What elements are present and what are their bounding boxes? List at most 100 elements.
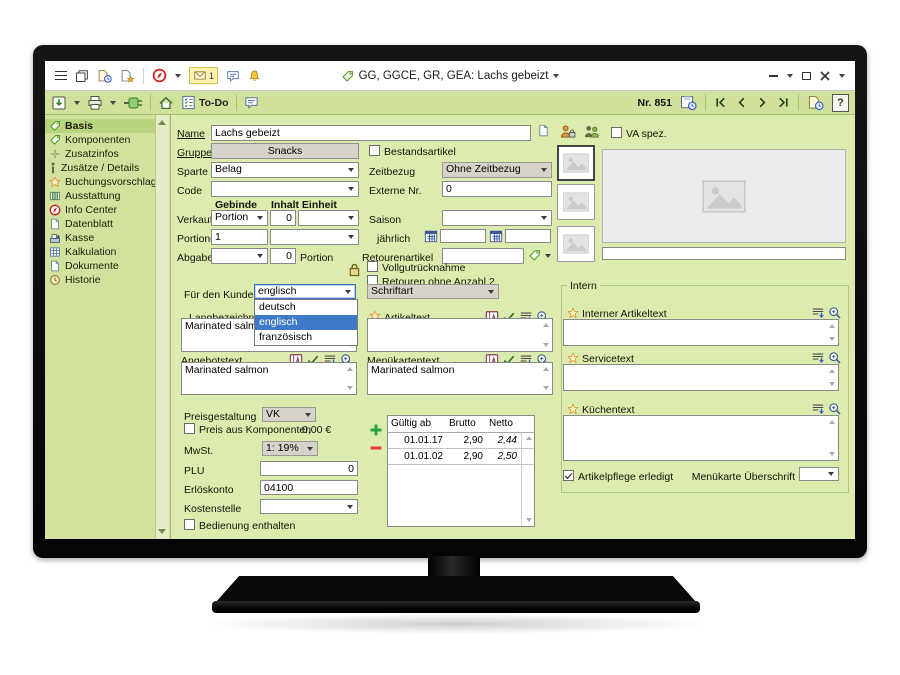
sidebar-item-dokumente[interactable]: Dokumente xyxy=(45,259,160,273)
gruppe-button[interactable]: Snacks xyxy=(211,143,359,159)
nav-last-icon[interactable] xyxy=(777,96,790,109)
document-clock-icon[interactable] xyxy=(97,69,112,83)
scroll-up-icon[interactable] xyxy=(829,420,835,424)
verkauf-einheit-select[interactable] xyxy=(298,210,359,226)
servicetext-textarea[interactable] xyxy=(563,364,839,391)
home-icon[interactable] xyxy=(158,95,174,111)
scroll-up-icon[interactable] xyxy=(829,369,835,373)
nav-previous-icon[interactable] xyxy=(735,96,748,109)
image-thumbnail[interactable] xyxy=(557,145,595,181)
printer-icon[interactable] xyxy=(87,95,103,111)
scroll-down-icon[interactable] xyxy=(829,452,835,456)
artikeltext-textarea[interactable] xyxy=(367,318,553,352)
portionen-input[interactable]: 1 xyxy=(211,229,268,245)
chat-icon[interactable] xyxy=(244,95,259,110)
add-price-button[interactable] xyxy=(369,423,383,437)
preisgestaltung-select[interactable]: VK xyxy=(262,407,316,422)
vollgutruecknahme-checkbox[interactable] xyxy=(367,261,378,272)
code-select[interactable] xyxy=(211,181,359,197)
scroll-down-icon[interactable] xyxy=(543,386,549,390)
calendar-icon[interactable] xyxy=(489,229,503,243)
magnifier-plus-icon[interactable] xyxy=(828,306,842,320)
jaehrlich-von-input[interactable] xyxy=(440,229,486,243)
document-clock-icon[interactable] xyxy=(807,95,824,110)
exit-plug-icon[interactable] xyxy=(123,96,143,110)
va-spez-checkbox[interactable] xyxy=(611,127,622,138)
scroll-up-icon[interactable] xyxy=(526,436,532,440)
plu-input[interactable]: 0 xyxy=(260,461,358,476)
scroll-down-icon[interactable] xyxy=(158,529,166,534)
star-icon[interactable] xyxy=(567,403,579,415)
image-caption-input[interactable] xyxy=(602,247,846,260)
persons-icon[interactable] xyxy=(583,125,600,138)
sidebar-item-ausstattung[interactable]: Ausstattung xyxy=(45,189,160,203)
sidebar-scrollbar[interactable] xyxy=(155,115,169,539)
sidebar-item-zusatzinfos[interactable]: Zusatzinfos xyxy=(45,147,160,161)
star-icon[interactable] xyxy=(567,352,579,364)
name-input[interactable]: Lachs gebeizt xyxy=(211,125,531,141)
scroll-down-icon[interactable] xyxy=(347,386,353,390)
chevron-down-icon[interactable] xyxy=(787,74,793,78)
verkauf-gebinde-select[interactable]: Portion xyxy=(211,210,268,226)
portionen-einheit-select[interactable] xyxy=(270,229,359,245)
preis-aus-komponenten-checkbox[interactable] xyxy=(184,423,195,434)
dropdown-option-englisch[interactable]: englisch xyxy=(255,315,357,330)
saison-select[interactable] xyxy=(442,210,552,226)
person-lock-icon[interactable] xyxy=(559,125,576,138)
nav-next-icon[interactable] xyxy=(756,96,769,109)
sidebar-item-kalkulation[interactable]: Kalkulation xyxy=(45,245,160,259)
chevron-down-icon[interactable] xyxy=(839,74,845,78)
erloeskonto-input[interactable]: 04100 xyxy=(260,480,358,495)
scroll-up-icon[interactable] xyxy=(829,324,835,328)
scroll-down-icon[interactable] xyxy=(543,343,549,347)
dropdown-option-franzoesisch[interactable]: französisch xyxy=(255,330,357,345)
list-down-icon[interactable] xyxy=(811,351,825,365)
disk-clock-icon[interactable] xyxy=(680,95,697,110)
sidebar-item-basis[interactable]: Basis xyxy=(45,119,160,133)
windows-icon[interactable] xyxy=(75,69,89,83)
bestandsartikel-checkbox[interactable] xyxy=(369,145,380,156)
scroll-down-icon[interactable] xyxy=(526,518,532,522)
todo-button[interactable]: To-Do xyxy=(181,95,229,110)
hamburger-menu-icon[interactable] xyxy=(55,71,67,81)
document-star-icon[interactable] xyxy=(120,69,135,83)
sidebar-item-komponenten[interactable]: Komponenten xyxy=(45,133,160,147)
list-down-icon[interactable] xyxy=(811,402,825,416)
minimize-button[interactable] xyxy=(769,75,778,77)
externe-nr-input[interactable]: 0 xyxy=(442,181,552,197)
chevron-down-icon[interactable] xyxy=(110,101,116,105)
price-table[interactable]: Gültig ab Brutto Netto 01.01.17 2,90 2,4… xyxy=(387,415,535,527)
artikelpflege-checkbox[interactable] xyxy=(563,470,574,481)
scroll-up-icon[interactable] xyxy=(543,367,549,371)
interner-artikeltext-textarea[interactable] xyxy=(563,319,839,346)
kostenstelle-select[interactable] xyxy=(260,499,358,514)
scroll-down-icon[interactable] xyxy=(829,337,835,341)
image-thumbnail[interactable] xyxy=(557,184,595,220)
dropdown-option-deutsch[interactable]: deutsch xyxy=(255,300,357,315)
sidebar-item-historie[interactable]: Historie xyxy=(45,273,160,287)
schriftart-select[interactable]: Schriftart xyxy=(367,284,499,299)
close-button[interactable] xyxy=(820,71,830,81)
scroll-up-icon[interactable] xyxy=(347,367,353,371)
verkauf-inhalt-input[interactable]: 0 xyxy=(270,210,296,226)
sidebar-item-buchungsvorschlag[interactable]: Buchungsvorschlag xyxy=(45,175,160,189)
menukartentext-textarea[interactable]: Marinated salmon xyxy=(367,362,553,395)
remove-price-button[interactable] xyxy=(369,441,383,455)
sidebar-item-info-center[interactable]: Info Center xyxy=(45,203,160,217)
image-thumbnail[interactable] xyxy=(557,226,595,262)
jaehrlich-bis-input[interactable] xyxy=(505,229,551,243)
save-icon[interactable] xyxy=(51,95,67,111)
tag-icon[interactable] xyxy=(528,249,541,262)
bedienung-enthalten-checkbox[interactable] xyxy=(184,519,195,530)
note-document-icon[interactable] xyxy=(537,123,550,138)
sidebar-item-datenblatt[interactable]: Datenblatt xyxy=(45,217,160,231)
sidebar-item-kasse[interactable]: Kasse xyxy=(45,231,160,245)
magnifier-plus-icon[interactable] xyxy=(828,351,842,365)
window-title-area[interactable]: GG, GGCE, GR, GEA: Lachs gebeizt xyxy=(195,61,705,91)
price-table-row[interactable]: 01.01.02 2,90 2,50 xyxy=(388,449,534,465)
magnifier-plus-icon[interactable] xyxy=(828,402,842,416)
table-scrollbar[interactable] xyxy=(521,432,534,526)
chevron-down-icon[interactable] xyxy=(175,74,181,78)
maximize-button[interactable] xyxy=(802,72,811,80)
image-preview[interactable] xyxy=(602,149,846,243)
